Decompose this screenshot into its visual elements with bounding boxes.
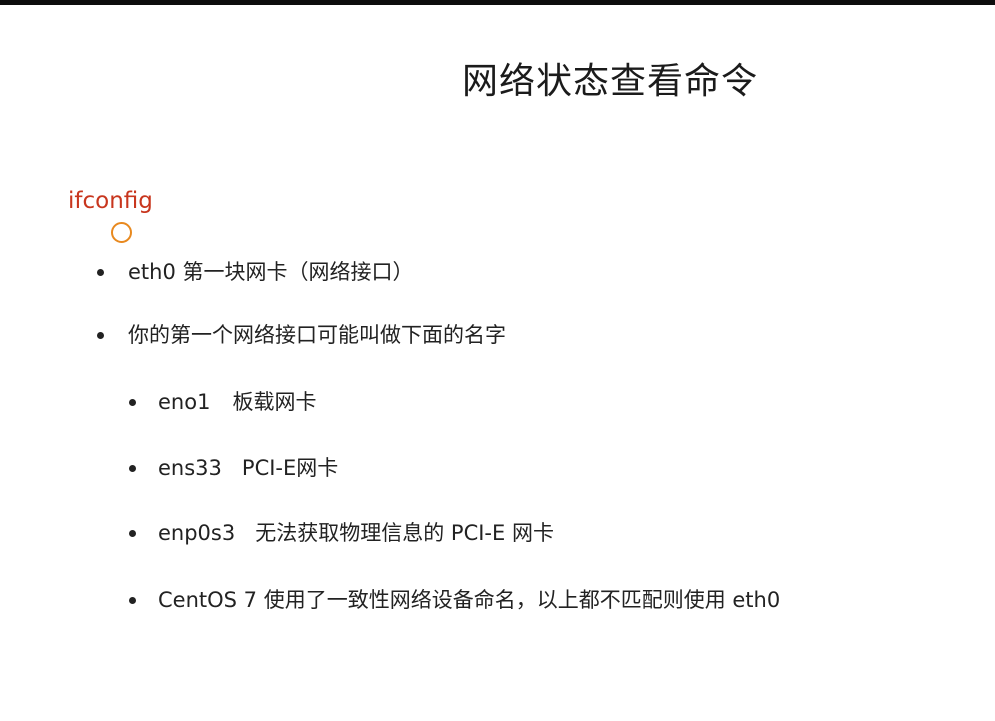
interface-name: ens33 xyxy=(158,456,222,480)
bullet-text: eth0 第一块网卡（网络接口） xyxy=(128,260,414,284)
cursor-highlight-ring xyxy=(111,222,132,243)
interface-description: 板载网卡 xyxy=(232,390,317,414)
bullet-dot xyxy=(129,465,136,472)
bullet-dot xyxy=(129,597,136,604)
interface-description: 无法获取物理信息的 PCI-E 网卡 xyxy=(255,521,554,545)
bullet-dot xyxy=(97,269,104,276)
bullet-dot xyxy=(97,332,104,339)
command-label-ifconfig: ifconfig xyxy=(68,188,153,214)
interface-description: PCI-E网卡 xyxy=(241,456,339,480)
interface-name: enp0s3 xyxy=(158,521,236,545)
bullet-text: 你的第一个网络接口可能叫做下面的名字 xyxy=(128,323,506,347)
bullet-dot xyxy=(129,530,136,537)
top-border-bar xyxy=(0,0,995,5)
interface-name: eno1 xyxy=(158,390,211,414)
bullet-dot xyxy=(129,399,136,406)
bullet-text: CentOS 7 使用了一致性网络设备命名，以上都不匹配则使用 eth0 xyxy=(158,588,781,612)
slide-title: 网络状态查看命令 xyxy=(462,61,759,102)
